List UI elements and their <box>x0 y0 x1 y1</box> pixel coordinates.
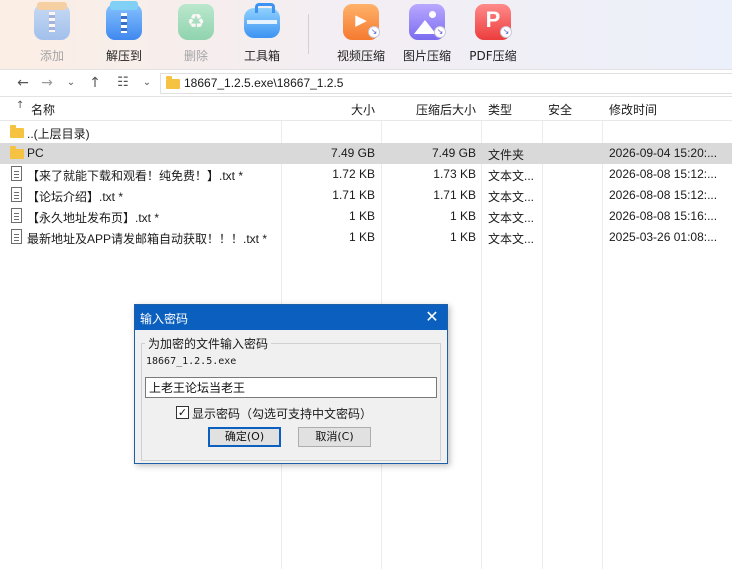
list-header: ↑ 名称 大小 压缩后大小 类型 安全 修改时间 <box>0 97 732 121</box>
row-packed-size: 1.73 KB <box>433 167 476 181</box>
delete-button-label: 删除 <box>183 49 208 63</box>
text-file-icon <box>11 208 22 223</box>
row-size: 1.72 KB <box>332 167 375 181</box>
toolbox-icon <box>244 3 280 38</box>
text-file-icon <box>11 166 22 181</box>
row-size: 7.49 GB <box>330 146 375 160</box>
add-button[interactable]: 添加 <box>21 0 83 70</box>
video-compress-button[interactable]: ↘ 视频压缩 <box>330 0 392 70</box>
row-name: 【论坛介绍】.txt * <box>27 190 124 204</box>
folder-icon <box>10 146 24 159</box>
show-password-label[interactable]: 显示密码（勾选可支持中文密码） <box>192 405 372 422</box>
view-mode-icon[interactable]: ☷ <box>114 74 132 92</box>
row-packed-size: 1.71 KB <box>433 188 476 202</box>
toolbox-button[interactable]: 工具箱 <box>231 0 293 70</box>
compress-badge-icon: ↘ <box>434 26 446 38</box>
path-field[interactable]: 18667_1.2.5.exe\18667_1.2.5 <box>160 73 732 94</box>
add-button-label: 添加 <box>39 49 64 63</box>
forward-arrow-icon[interactable]: → <box>38 74 56 92</box>
row-modified: 2026-08-08 15:16:... <box>609 209 718 223</box>
close-icon[interactable]: ✕ <box>422 307 442 327</box>
up-arrow-icon[interactable]: ↑ <box>86 74 104 92</box>
row-name: PC <box>27 146 44 160</box>
row-name: ..(上层目录) <box>27 127 90 141</box>
row-packed-size: 1 KB <box>449 209 476 223</box>
password-dialog: 输入密码 ✕ 为加密的文件输入密码 18667_1.2.5.exe ✓ 显示密码… <box>134 304 448 464</box>
toolbox-button-label: 工具箱 <box>243 49 280 63</box>
header-packed-size[interactable]: 压缩后大小 <box>384 101 476 118</box>
pdf-compress-button-label: PDF压缩 <box>469 49 517 63</box>
address-bar: ← → ⌄ ↑ ☷ ⌄ 18667_1.2.5.exe\18667_1.2.5 <box>0 70 732 97</box>
toolbar: 添加 解压到 删除 工具箱 ↘ 视频压缩 ↘ 图片压缩 ↘ PDF压缩 <box>0 0 732 70</box>
dialog-title-bar[interactable]: 输入密码 ✕ <box>135 305 447 330</box>
row-type: 文件夹 <box>488 148 525 162</box>
table-row[interactable]: 【永久地址发布页】.txt * 1 KB 1 KB 文本文... 2026-08… <box>0 206 732 227</box>
text-file-icon <box>11 187 22 202</box>
view-chevron-down-icon[interactable]: ⌄ <box>138 74 156 92</box>
header-type[interactable]: 类型 <box>488 101 512 118</box>
group-label: 为加密的文件输入密码 <box>145 335 272 352</box>
row-name: 【永久地址发布页】.txt * <box>27 211 160 225</box>
password-input[interactable] <box>145 377 437 398</box>
row-packed-size: 1 KB <box>449 230 476 244</box>
row-modified: 2025-03-26 01:08:... <box>609 230 718 244</box>
extract-to-button[interactable]: 解压到 <box>93 0 155 70</box>
header-size[interactable]: 大小 <box>284 101 375 118</box>
row-size: 1 KB <box>348 230 375 244</box>
table-row[interactable]: 【论坛介绍】.txt * 1.71 KB 1.71 KB 文本文... 2026… <box>0 185 732 206</box>
image-compress-button-label: 图片压缩 <box>402 49 451 63</box>
recycle-delete-icon <box>178 4 214 40</box>
extract-to-button-label: 解压到 <box>105 49 142 63</box>
row-name: 最新地址及APP请发邮箱自动获取！！！.txt * <box>27 232 268 246</box>
cancel-button[interactable]: 取消(C) <box>298 427 371 447</box>
video-compress-button-label: 视频压缩 <box>336 49 385 63</box>
row-type: 文本文... <box>488 232 535 246</box>
pdf-compress-button[interactable]: ↘ PDF压缩 <box>462 0 524 70</box>
sort-up-arrow-icon: ↑ <box>16 100 25 111</box>
row-packed-size: 7.49 GB <box>431 146 476 160</box>
header-security[interactable]: 安全 <box>548 101 572 118</box>
row-type: 文本文... <box>488 169 535 183</box>
header-name[interactable]: 名称 <box>31 101 55 118</box>
row-modified: 2026-08-08 15:12:... <box>609 188 718 202</box>
toolbar-divider <box>308 14 309 54</box>
ok-button[interactable]: 确定(O) <box>208 427 281 447</box>
table-row[interactable]: 最新地址及APP请发邮箱自动获取！！！.txt * 1 KB 1 KB 文本文.… <box>0 227 732 248</box>
compress-badge-icon: ↘ <box>368 26 380 38</box>
delete-button[interactable]: 删除 <box>165 0 227 70</box>
text-file-icon <box>11 229 22 244</box>
show-password-checkbox[interactable]: ✓ <box>176 406 189 419</box>
extract-icon <box>106 1 142 40</box>
dialog-title: 输入密码 <box>140 312 189 326</box>
table-row[interactable]: 【来了就能下载和观看！纯免费！】.txt * 1.72 KB 1.73 KB 文… <box>0 164 732 185</box>
row-type: 文本文... <box>488 211 535 225</box>
path-text: 18667_1.2.5.exe\18667_1.2.5 <box>184 76 344 90</box>
row-size: 1 KB <box>348 209 375 223</box>
row-name: 【来了就能下载和观看！纯免费！】.txt * <box>27 169 244 183</box>
folder-icon <box>10 125 24 138</box>
image-compress-button[interactable]: ↘ 图片压缩 <box>396 0 458 70</box>
back-arrow-icon[interactable]: ← <box>14 74 32 92</box>
encrypted-filename: 18667_1.2.5.exe <box>146 356 237 367</box>
row-modified: 2026-08-08 15:12:... <box>609 167 718 181</box>
row-size: 1.71 KB <box>332 188 375 202</box>
row-modified: 2026-09-04 15:20:... <box>609 146 718 160</box>
compress-badge-icon: ↘ <box>500 26 512 38</box>
history-chevron-down-icon[interactable]: ⌄ <box>62 74 80 92</box>
parent-dir-row[interactable]: ..(上层目录) <box>0 122 732 143</box>
add-archive-icon <box>34 2 70 40</box>
table-row[interactable]: PC 7.49 GB 7.49 GB 文件夹 2026-09-04 15:20:… <box>0 143 732 164</box>
header-modified[interactable]: 修改时间 <box>609 101 657 118</box>
row-type: 文本文... <box>488 190 535 204</box>
folder-icon <box>166 76 180 89</box>
